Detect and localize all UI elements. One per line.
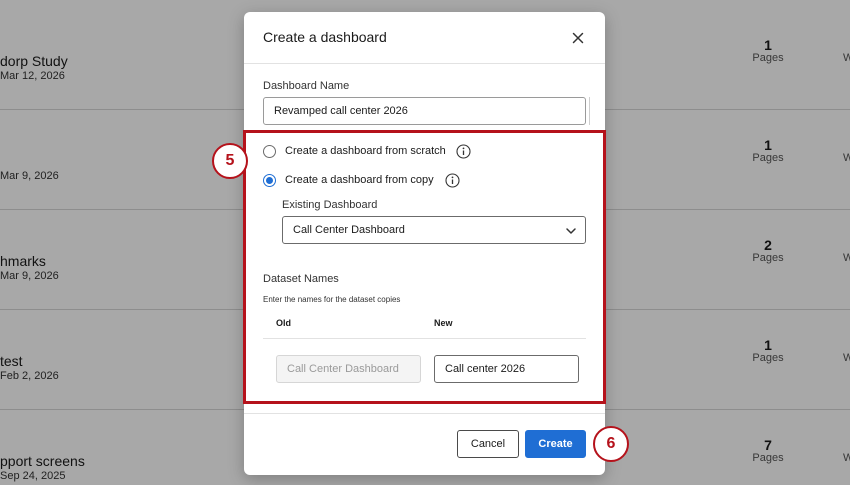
create-button[interactable]: Create — [525, 430, 586, 458]
dashboard-name-input[interactable]: Revamped call center 2026 — [263, 97, 586, 125]
close-icon[interactable] — [569, 29, 587, 47]
dialog-title: Create a dashboard — [263, 29, 387, 45]
dashboard-name-label: Dashboard Name — [263, 80, 350, 92]
step-badge-6: 6 — [593, 426, 629, 462]
highlight-box — [243, 130, 606, 404]
dialog-header: Create a dashboard — [244, 12, 605, 64]
input-divider — [589, 97, 590, 125]
cancel-button[interactable]: Cancel — [457, 430, 519, 458]
dialog-footer-divider — [244, 413, 605, 414]
step-badge-5: 5 — [212, 143, 248, 179]
